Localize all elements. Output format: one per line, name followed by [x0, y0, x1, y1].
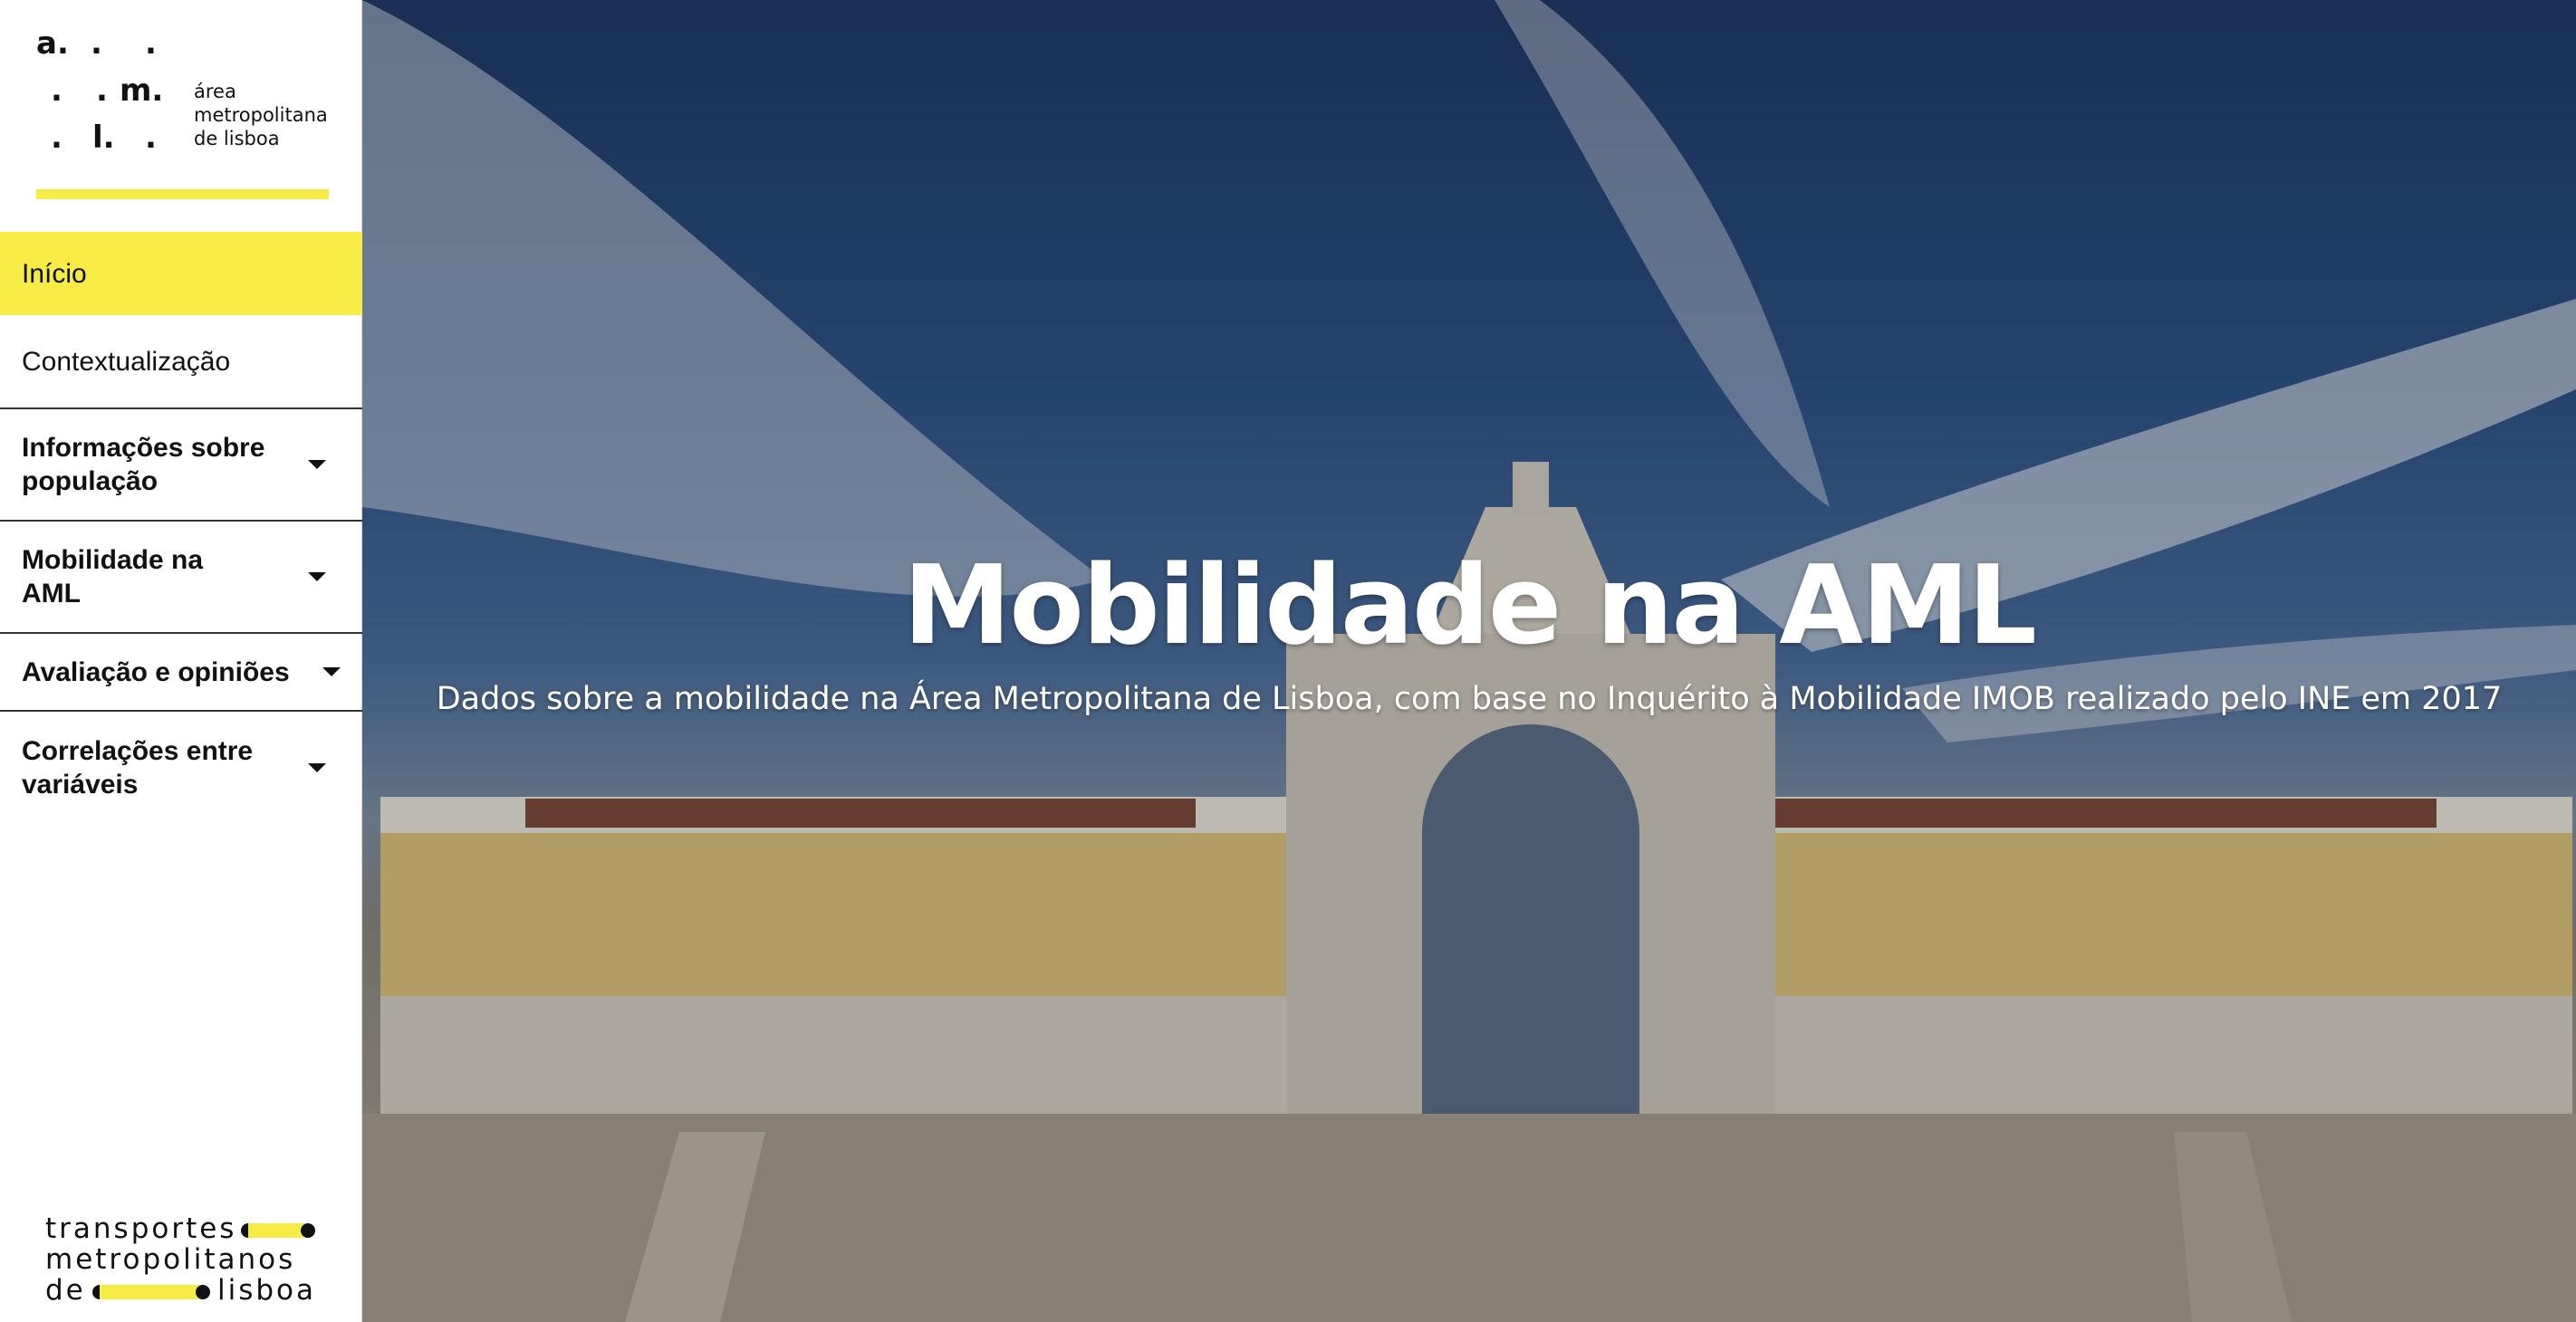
tml-logo-dot: [301, 1223, 315, 1238]
logo-dot: .: [91, 25, 102, 62]
sidebar-nav: Início Contextualização Informações sobr…: [0, 232, 362, 824]
nav-item-mobilidade-aml[interactable]: Mobilidade na AML: [0, 522, 362, 634]
tml-logo-dot: [196, 1285, 210, 1299]
tml-logo-line: metropolitanos: [45, 1243, 296, 1276]
tml-logo[interactable]: transportes metropolitanos de lisboa: [45, 1212, 344, 1307]
nav-item-label: Mobilidade na AML: [22, 545, 204, 608]
chevron-down-icon[interactable]: [308, 572, 326, 581]
chevron-down-icon[interactable]: [308, 460, 326, 469]
sidebar: a. . . . . m. . l. . área metropolitana …: [0, 0, 362, 1322]
tml-logo-line: lisboa: [217, 1274, 317, 1307]
nav-item-label: Informações sobre população: [22, 433, 265, 496]
logo-dot: .: [96, 72, 108, 109]
tml-logo-bar: [248, 1223, 306, 1238]
nav-item-label: Contextualização: [22, 346, 231, 377]
nav-item-contextualizacao[interactable]: Contextualização: [0, 315, 362, 409]
nav-item-inicio[interactable]: Início: [0, 232, 362, 315]
tml-logo-bar: [100, 1285, 201, 1299]
logo-letter-a: a.: [36, 25, 69, 62]
nav-item-label: Início: [22, 258, 87, 289]
nav-item-label: Avaliação e opiniões: [22, 656, 290, 687]
nav-item-informacoes-populacao[interactable]: Informações sobre população: [0, 409, 362, 522]
logo-letter-l: l.: [92, 120, 115, 156]
chevron-down-icon[interactable]: [322, 667, 341, 676]
nav-item-label: Correlações entre variáveis: [22, 736, 254, 800]
logo-dot: .: [51, 120, 62, 156]
tml-logo-line: transportes: [45, 1212, 237, 1245]
logo-accent-bar: [36, 189, 329, 199]
aml-logo-text: área metropolitana de lisboa: [194, 80, 328, 150]
logo-text-line: de lisboa: [194, 128, 280, 149]
chevron-down-icon[interactable]: [308, 763, 326, 772]
tml-logo-line: de: [45, 1274, 86, 1307]
page-subtitle: Dados sobre a mobilidade na Área Metropo…: [436, 681, 2503, 717]
logo-text-line: metropolitana: [194, 104, 328, 126]
logo-dot: .: [51, 72, 62, 109]
nav-item-correlacoes-variaveis[interactable]: Correlações entre variáveis: [0, 712, 362, 824]
logo-dot: .: [145, 120, 157, 156]
aml-logo-mark: a. . . . . m. . l. .: [33, 22, 196, 167]
logo-letter-m: m.: [120, 72, 164, 109]
hero: Mobilidade na AML Dados sobre a mobilida…: [362, 0, 2576, 1322]
nav-item-avaliacao-opinioes[interactable]: Avaliação e opiniões: [0, 634, 362, 712]
logo-text-line: área: [194, 81, 236, 102]
logo-dot: .: [145, 25, 157, 62]
aml-logo[interactable]: a. . . . . m. . l. . área metropolitana …: [0, 0, 362, 208]
page-title: Mobilidade na AML: [902, 543, 2037, 669]
